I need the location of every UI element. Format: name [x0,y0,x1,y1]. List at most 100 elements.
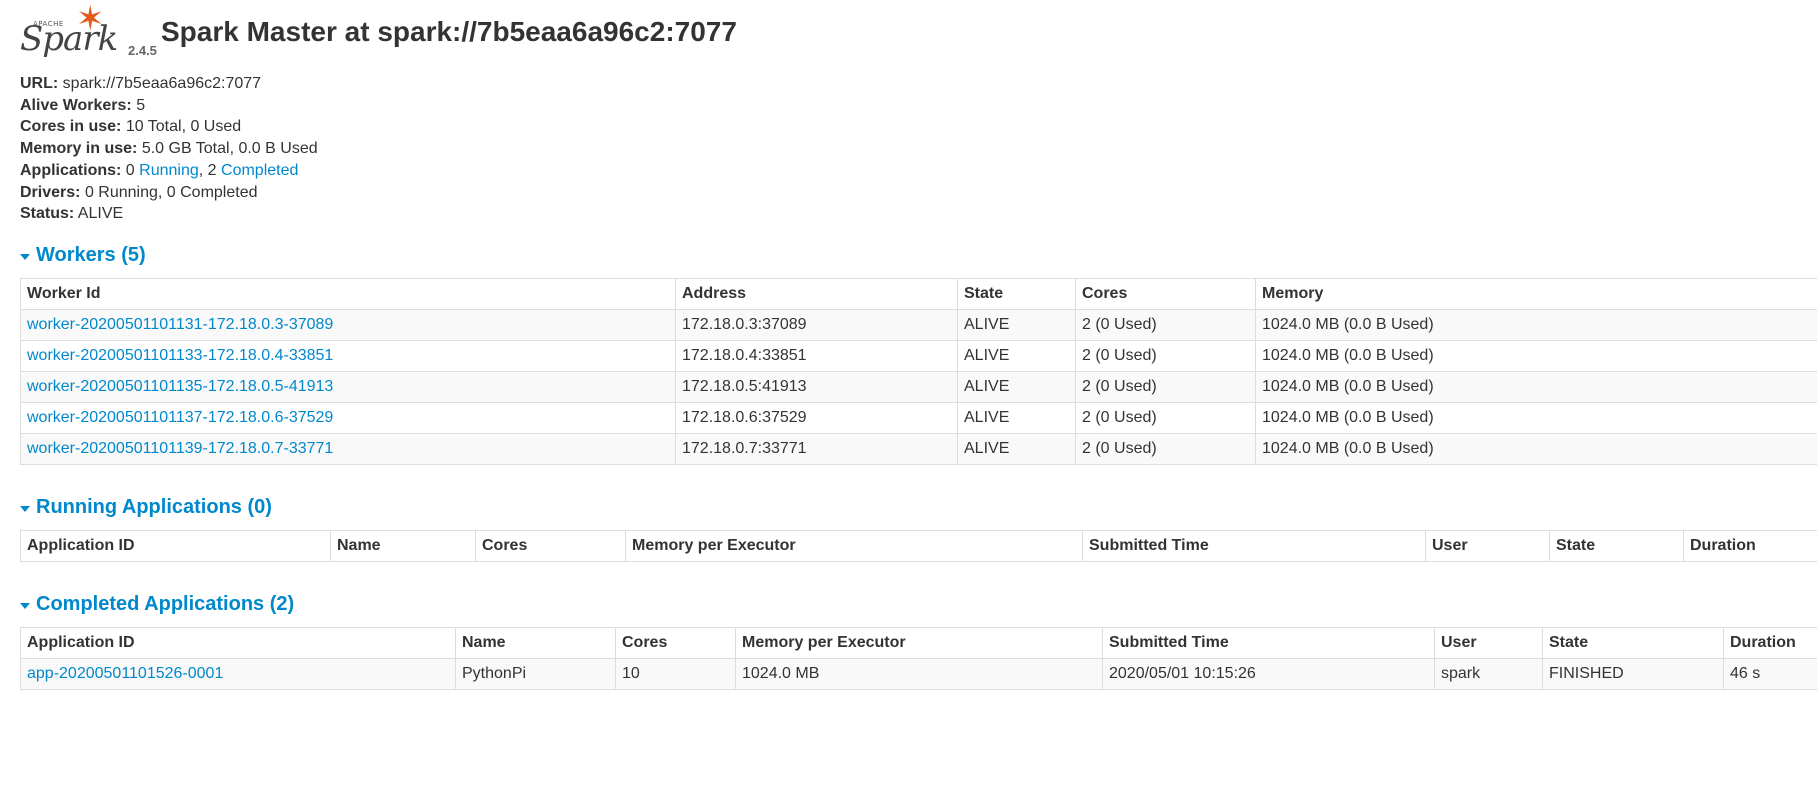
summary-url-label: URL: [20,75,59,92]
summary-running-count: 0 [125,161,135,179]
worker-link[interactable]: worker-20200501101135-172.18.0.5-41913 [27,378,333,395]
table-row: worker-20200501101135-172.18.0.5-41913 1… [20,371,1817,403]
app-submitted-time: 2020/05/01 10:15:26 [1102,658,1435,690]
col-submitted-time[interactable]: Submitted Time [1082,530,1426,562]
summary-memory: Memory in use: 5.0 GB Total, 0.0 B Used [20,138,318,160]
worker-link[interactable]: worker-20200501101137-172.18.0.6-37529 [27,409,333,426]
col-memory[interactable]: Memory [1255,278,1817,310]
col-duration[interactable]: Duration [1683,530,1817,562]
summary-drivers-label: Drivers: [20,183,81,201]
logo-spark-text: Spark [20,19,118,59]
worker-id-cell: worker-20200501101135-172.18.0.5-41913 [20,371,676,403]
col-address[interactable]: Address [675,278,958,310]
summary-applications-sep: , 2 [198,161,217,179]
table-row: app-20200501101526-0001 PythonPi 10 1024… [20,658,1817,690]
summary-status-label: Status: [20,205,75,223]
app-memory: 1024.0 MB [735,658,1103,690]
running-apps-heading: Running Applications (0) [36,496,272,518]
header: ✶ APACHE Spark 2.4.5 [20,2,157,66]
col-memory-per-executor[interactable]: Memory per Executor [735,627,1103,659]
worker-cores: 2 (0 Used) [1075,402,1256,434]
running-apps-section-toggle[interactable]: Running Applications (0) [20,496,272,519]
col-duration[interactable]: Duration [1723,627,1817,659]
collapse-arrow-icon [20,602,30,609]
completed-apps-section-toggle[interactable]: Completed Applications (2) [20,593,294,616]
summary-memory-value: 5.0 GB Total, 0.0 B Used [141,140,318,158]
worker-state: ALIVE [957,340,1076,372]
worker-state: ALIVE [957,371,1076,403]
col-state[interactable]: State [1542,627,1724,659]
summary-alive-workers-label: Alive Workers: [20,96,132,114]
app-cores: 10 [615,658,736,690]
summary-drivers: Drivers: 0 Running, 0 Completed [20,182,318,204]
worker-address: 172.18.0.5:41913 [675,371,958,403]
worker-memory: 1024.0 MB (0.0 B Used) [1255,371,1817,403]
worker-state: ALIVE [957,433,1076,465]
summary-memory-label: Memory in use: [20,140,138,158]
app-id-cell: app-20200501101526-0001 [20,658,456,690]
worker-address: 172.18.0.7:33771 [675,433,958,465]
spark-logo[interactable]: ✶ APACHE Spark 2.4.5 [20,2,157,66]
worker-memory: 1024.0 MB (0.0 B Used) [1255,309,1817,341]
worker-memory: 1024.0 MB (0.0 B Used) [1255,340,1817,372]
worker-cores: 2 (0 Used) [1075,340,1256,372]
worker-id-cell: worker-20200501101131-172.18.0.3-37089 [20,309,676,341]
col-application-id[interactable]: Application ID [20,627,456,659]
col-user[interactable]: User [1434,627,1543,659]
summary-alive-workers-value: 5 [136,96,146,114]
worker-memory: 1024.0 MB (0.0 B Used) [1255,433,1817,465]
worker-link[interactable]: worker-20200501101131-172.18.0.3-37089 [27,316,333,333]
workers-header-row: Worker Id Address State Cores Memory [20,278,1817,310]
col-name[interactable]: Name [330,530,476,562]
app-user: spark [1434,658,1543,690]
running-apps-header-row: Application ID Name Cores Memory per Exe… [20,530,1817,562]
spark-master-page: ✶ APACHE Spark 2.4.5 Spark Master at spa… [0,0,1817,796]
col-state[interactable]: State [1549,530,1684,562]
col-state[interactable]: State [957,278,1076,310]
summary-drivers-value: 0 Running, 0 Completed [84,183,258,201]
col-application-id[interactable]: Application ID [20,530,331,562]
completed-apps-link[interactable]: Completed [221,162,298,179]
completed-apps-table: Application ID Name Cores Memory per Exe… [20,627,1817,690]
summary-applications-label: Applications: [20,161,122,179]
summary-url: URL: spark://7b5eaa6a96c2:7077 [20,73,318,95]
collapse-arrow-icon [20,505,30,512]
summary-applications: Applications: 0 Running, 2 Completed [20,160,318,182]
running-apps-link[interactable]: Running [139,162,199,179]
master-summary: URL: spark://7b5eaa6a96c2:7077 Alive Wor… [20,73,318,225]
completed-apps-header-row: Application ID Name Cores Memory per Exe… [20,627,1817,659]
col-worker-id[interactable]: Worker Id [20,278,676,310]
worker-id-cell: worker-20200501101137-172.18.0.6-37529 [20,402,676,434]
worker-cores: 2 (0 Used) [1075,309,1256,341]
completed-apps-heading: Completed Applications (2) [36,593,295,615]
worker-address: 172.18.0.4:33851 [675,340,958,372]
worker-link[interactable]: worker-20200501101139-172.18.0.7-33771 [27,440,333,457]
col-cores[interactable]: Cores [615,627,736,659]
col-cores[interactable]: Cores [475,530,626,562]
workers-section-toggle[interactable]: Workers (5) [20,244,146,267]
summary-alive-workers: Alive Workers: 5 [20,95,318,117]
app-name: PythonPi [455,658,616,690]
table-row: worker-20200501101131-172.18.0.3-37089 1… [20,309,1817,341]
page-title: Spark Master at spark://7b5eaa6a96c2:707… [161,16,737,47]
spark-version: 2.4.5 [128,43,157,58]
worker-link[interactable]: worker-20200501101133-172.18.0.4-33851 [27,347,333,364]
table-row: worker-20200501101139-172.18.0.7-33771 1… [20,433,1817,465]
worker-memory: 1024.0 MB (0.0 B Used) [1255,402,1817,434]
col-user[interactable]: User [1425,530,1550,562]
summary-cores-value: 10 Total, 0 Used [125,118,242,136]
app-link[interactable]: app-20200501101526-0001 [27,665,223,682]
summary-status: Status: ALIVE [20,203,318,225]
worker-state: ALIVE [957,402,1076,434]
app-state: FINISHED [1542,658,1724,690]
worker-state: ALIVE [957,309,1076,341]
col-memory-per-executor[interactable]: Memory per Executor [625,530,1083,562]
worker-address: 172.18.0.6:37529 [675,402,958,434]
app-duration: 46 s [1723,658,1817,690]
col-name[interactable]: Name [455,627,616,659]
col-cores[interactable]: Cores [1075,278,1256,310]
summary-url-value: spark://7b5eaa6a96c2:7077 [62,75,262,92]
col-submitted-time[interactable]: Submitted Time [1102,627,1435,659]
running-apps-table: Application ID Name Cores Memory per Exe… [20,530,1817,562]
worker-address: 172.18.0.3:37089 [675,309,958,341]
